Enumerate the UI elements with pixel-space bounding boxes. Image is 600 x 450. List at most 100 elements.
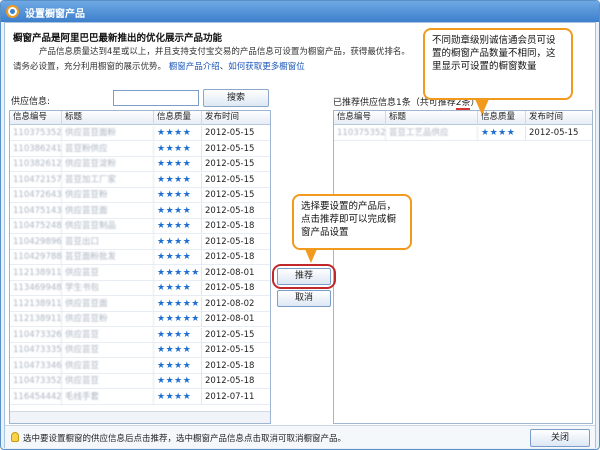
col-title[interactable]: 标题 [62,111,154,125]
cell-quality-stars: ★★★★ [154,141,202,157]
cell-quality-stars: ★★★★ [154,343,202,358]
cell-date: 2012-08-01 [202,266,270,281]
cell-date: 2012-05-18 [202,281,270,296]
cell-title: 芸豆工艺品供应 [386,126,478,141]
dialog-content: 橱窗产品是阿里巴巴最新推出的优化展示产品功能 产品信息质量达到4星或以上，并且支… [4,22,596,448]
col-date[interactable]: 发布时间 [202,111,270,125]
cell-id: 1104733521 [10,374,62,389]
horizontal-scrollbar[interactable] [10,411,270,423]
callout-recommend-hint: 选择要设置的产品后，点击推荐即可以完成橱窗产品设置 [292,194,412,250]
cell-title: 供应芸豆 [62,327,154,343]
cell-date: 2012-08-01 [202,312,270,327]
cell-id: 1104733358 [10,343,62,358]
table-row[interactable]: 1104721574 芸豆加工厂家 ★★★★ 2012-05-15 [10,172,270,188]
showcase-intro-link[interactable]: 橱窗产品介绍 [169,62,220,72]
cell-quality-stars: ★★★★ [154,358,202,374]
cell-id: 1104733263 [10,327,62,343]
cell-date: 2012-05-15 [526,126,592,141]
table-header: 信息编号 标题 信息质量 发布时间 [334,111,592,125]
table-row[interactable]: 1104726432 供应芸豆粉 ★★★★ 2012-05-15 [10,188,270,203]
cell-date: 2012-05-15 [202,328,270,343]
table-row[interactable]: 1103753528 芸豆工艺品供应 ★★★★ 2012-05-15 [334,126,592,141]
cell-id: 1104751436 [10,203,62,219]
recommend-button[interactable]: 推荐 [277,268,331,285]
cell-id: 1104726432 [10,188,62,203]
table-row[interactable]: 1121389111 供应芸豆 ★★★★★ 2012-08-01 [10,265,270,281]
cell-quality-stars: ★★★★ [154,172,202,188]
footer-tip: 选中要设置橱窗的供应信息后点击推荐，选中橱窗产品信息点击取消可取消橱窗产品。 [23,434,347,444]
cell-id: 1121389111 [10,265,62,281]
cell-date: 2012-05-15 [202,126,270,141]
footer-bar: 选中要设置橱窗的供应信息后点击推荐，选中橱窗产品信息点击取消可取消橱窗产品。 关… [5,425,595,448]
col-title[interactable]: 标题 [386,111,478,125]
table-header: 信息编号 标题 信息质量 发布时间 [10,111,270,125]
cell-quality-stars: ★★★★ [154,203,202,219]
cell-quality-stars: ★★★★ [154,389,202,405]
cell-title: 芸豆粉供应 [62,141,154,157]
cell-title: 供应芸豆粉 [62,188,154,203]
col-id[interactable]: 信息编号 [10,111,62,125]
table-row[interactable]: 1104733358 供应芸豆 ★★★★ 2012-05-15 [10,343,270,358]
table-row[interactable]: 1164544429 毛线手套 ★★★★ 2012-07-11 [10,389,270,405]
cell-title: 供应芸豆面 [62,203,154,219]
table-row[interactable]: 1103826121 供应芸豆淀粉 ★★★★ 2012-05-15 [10,157,270,172]
table-row[interactable]: 1104733521 供应芸豆 ★★★★ 2012-05-18 [10,374,270,389]
cell-quality-stars: ★★★★ [154,188,202,203]
cell-title: 芸豆面粉批发 [62,250,154,265]
table-row[interactable]: 1121389112 供应芸豆面 ★★★★★ 2012-08-02 [10,296,270,312]
cell-quality-stars: ★★★★ [154,234,202,250]
link-separator: 、 [219,62,229,72]
callout-pointer [475,99,489,115]
cell-date: 2012-05-15 [202,157,270,172]
cell-id: 1121389112 [10,296,62,312]
search-button[interactable]: 搜索 [203,89,269,107]
cell-id: 1103862416 [10,141,62,157]
intro-text: 产品信息质量达到4星或以上，并且支持支付宝交易的产品信息可设置为橱窗产品，获得最… [13,45,433,75]
cell-id: 1164544429 [10,389,62,405]
cell-quality-stars: ★★★★ [154,219,202,234]
callout-pointer [305,249,317,263]
table-row[interactable]: 1104298965 芸豆出口 ★★★★ 2012-05-18 [10,234,270,250]
cell-id: 1134699485 [10,281,62,296]
title-bar[interactable]: 设置橱窗产品 [1,1,599,22]
cell-title: 供应芸豆面 [62,296,154,312]
table-row[interactable]: 1104733466 供应芸豆 ★★★★ 2012-05-18 [10,358,270,374]
cell-date: 2012-08-02 [202,297,270,312]
cell-title: 芸豆出口 [62,234,154,250]
recommended-table: 信息编号 标题 信息质量 发布时间 1103753528 芸豆工艺品供应 ★★★★ 2… [333,110,593,424]
table-row[interactable]: 1103862416 芸豆粉供应 ★★★★ 2012-05-15 [10,141,270,157]
cell-quality-stars: ★★★★ [154,250,202,265]
cell-title: 毛线手套 [62,389,154,405]
cell-date: 2012-05-18 [202,250,270,265]
col-id[interactable]: 信息编号 [334,111,386,125]
col-quality[interactable]: 信息质量 [154,111,202,125]
cell-quality-stars: ★★★★ [154,157,202,172]
table-row[interactable]: 1134699485 学生书包 ★★★★ 2012-05-18 [10,281,270,296]
cancel-button[interactable]: 取消 [277,290,331,307]
search-input[interactable] [113,90,199,106]
cell-quality-stars: ★★★★★ [154,265,202,281]
cell-id: 1104721574 [10,172,62,188]
table-row[interactable]: 1104752485 供应芸豆制品 ★★★★ 2012-05-18 [10,219,270,234]
cell-date: 2012-05-18 [202,359,270,374]
cell-title: 供应芸豆 [62,343,154,358]
cell-quality-stars: ★★★★ [154,374,202,389]
table-row[interactable]: 1104751436 供应芸豆面 ★★★★ 2012-05-18 [10,203,270,219]
close-button[interactable]: 关闭 [530,429,590,447]
table-row[interactable]: 1103753526 供应芸豆面粉 ★★★★ 2012-05-15 [10,126,270,141]
cell-title: 芸豆加工厂家 [62,172,154,188]
intro-line-2: 请务必设置，充分利用橱窗的展示优势。 [13,62,167,72]
cell-title: 供应芸豆淀粉 [62,157,154,172]
table-row[interactable]: 1104297883 芸豆面粉批发 ★★★★ 2012-05-18 [10,250,270,265]
cell-id: 1121389113 [10,312,62,327]
table-row[interactable]: 1121389113 供应芸豆粉 ★★★★★ 2012-08-01 [10,312,270,327]
more-showcase-link[interactable]: 如何获取更多橱窗位 [228,62,305,72]
cell-id: 1103753526 [10,126,62,141]
cell-quality-stars: ★★★★ [154,281,202,296]
cell-date: 2012-05-18 [202,235,270,250]
cell-id: 1103753528 [334,126,386,141]
table-row[interactable]: 1104733263 供应芸豆 ★★★★ 2012-05-15 [10,327,270,343]
cell-title: 供应芸豆制品 [62,219,154,234]
col-date[interactable]: 发布时间 [526,111,592,125]
cell-title: 供应芸豆 [62,358,154,374]
